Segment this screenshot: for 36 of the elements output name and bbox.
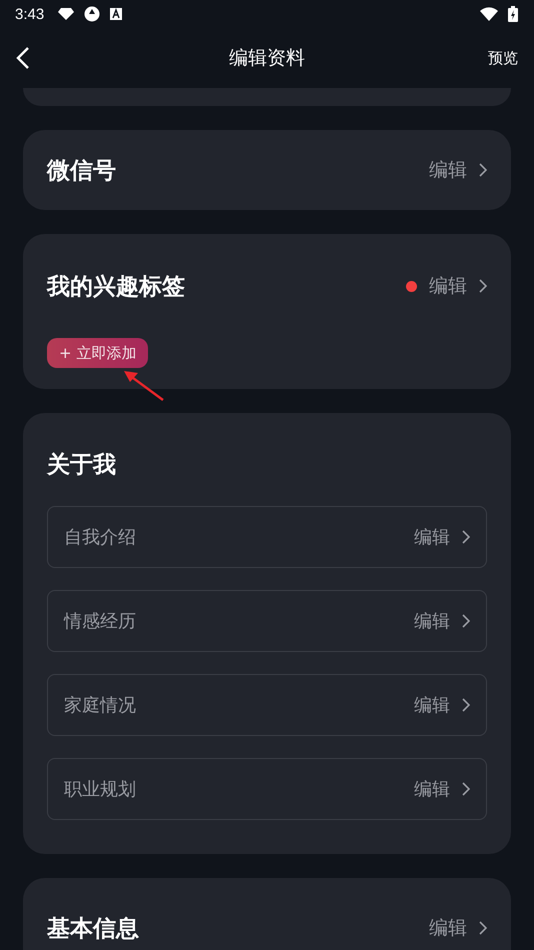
chevron-icon bbox=[479, 279, 487, 293]
back-icon bbox=[16, 46, 30, 70]
chevron-icon bbox=[462, 614, 470, 628]
wifi-icon bbox=[480, 7, 498, 21]
edit-link[interactable]: 编辑 bbox=[429, 915, 467, 941]
chevron-icon bbox=[462, 698, 470, 712]
section-title: 我的兴趣标签 bbox=[47, 272, 185, 302]
edit-link[interactable]: 编辑 bbox=[429, 157, 467, 183]
list-item[interactable]: 职业规划 编辑 bbox=[47, 758, 487, 820]
diamond-icon bbox=[58, 8, 74, 20]
edit-link[interactable]: 编辑 bbox=[429, 273, 467, 299]
section-title: 基本信息 bbox=[47, 914, 139, 944]
item-label: 情感经历 bbox=[64, 610, 136, 633]
list-item[interactable]: 家庭情况 编辑 bbox=[47, 674, 487, 736]
chevron-icon bbox=[479, 921, 487, 935]
edit-link[interactable]: 编辑 bbox=[414, 609, 450, 633]
chevron-icon bbox=[462, 530, 470, 544]
section-title: 关于我 bbox=[47, 451, 116, 480]
edit-link[interactable]: 编辑 bbox=[414, 693, 450, 717]
font-icon bbox=[110, 8, 122, 20]
page-title: 编辑资料 bbox=[229, 46, 305, 71]
back-button[interactable] bbox=[16, 46, 30, 70]
section-title: 微信号 bbox=[47, 156, 116, 186]
list-item[interactable]: 自我介绍 编辑 bbox=[47, 506, 487, 568]
chevron-icon bbox=[479, 163, 487, 177]
preview-button[interactable]: 预览 bbox=[488, 48, 518, 68]
item-label: 自我介绍 bbox=[64, 526, 136, 549]
list-item[interactable]: 情感经历 编辑 bbox=[47, 590, 487, 652]
edit-link[interactable]: 编辑 bbox=[414, 777, 450, 801]
battery-icon bbox=[508, 6, 518, 22]
status-time: 3:43 bbox=[15, 6, 44, 22]
edit-link[interactable]: 编辑 bbox=[414, 525, 450, 549]
chevron-icon bbox=[462, 782, 470, 796]
add-tag-button[interactable]: + 立即添加 bbox=[47, 338, 148, 368]
item-label: 职业规划 bbox=[64, 778, 136, 801]
item-label: 家庭情况 bbox=[64, 694, 136, 717]
